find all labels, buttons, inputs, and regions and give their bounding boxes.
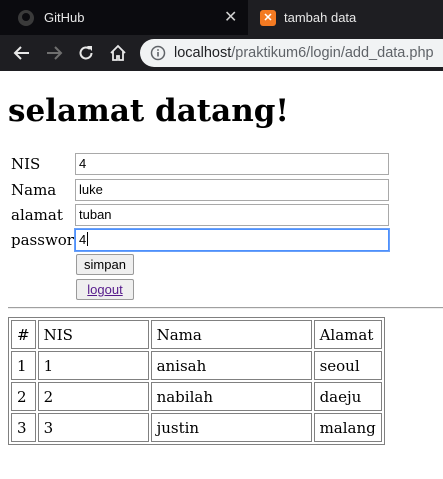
nama-label: Nama <box>11 181 57 199</box>
tab-title: GitHub <box>44 10 85 25</box>
tab-github[interactable]: GitHub ✕ <box>0 0 248 35</box>
close-tab-icon[interactable]: ✕ <box>224 0 237 35</box>
table-header-row: # NIS Nama Alamat <box>11 320 382 349</box>
page-title: selamat datang! <box>8 93 290 129</box>
arrow-left-icon <box>13 46 29 60</box>
github-icon <box>18 9 34 26</box>
form-row-password: password 4 <box>0 229 443 252</box>
cell-nis: 2 <box>37 382 149 411</box>
column-header-number: # <box>11 320 36 349</box>
cell-number: 1 <box>11 351 36 380</box>
cell-nama: nabilah <box>150 382 312 411</box>
table-row: 2 2 nabilah daeju <box>11 382 382 411</box>
cell-nis: 1 <box>37 351 149 380</box>
url-host: localhost <box>174 45 232 61</box>
url-path: /praktikum6/login/add_data.php <box>231 45 434 61</box>
cell-alamat: daeju <box>313 382 382 411</box>
password-value: 4 <box>79 232 87 247</box>
back-button[interactable] <box>10 41 34 65</box>
text-caret <box>87 232 89 246</box>
alamat-input[interactable]: tuban <box>75 204 389 226</box>
form-row-nama: Nama luke <box>0 179 443 202</box>
xampp-icon: ✕ <box>260 9 276 26</box>
form-row-alamat: alamat tuban <box>0 204 443 227</box>
arrow-right-icon <box>47 46 63 60</box>
cell-nama: justin <box>150 413 312 442</box>
cell-number: 2 <box>11 382 36 411</box>
nama-input[interactable]: luke <box>75 179 389 201</box>
cell-alamat: malang <box>313 413 382 442</box>
reload-button[interactable] <box>74 41 98 65</box>
page-content: selamat datang! NIS 4 Nama luke alamat t… <box>0 71 443 479</box>
browser-toolbar: localhost/praktikum6/login/add_data.php <box>0 35 443 71</box>
nis-input[interactable]: 4 <box>75 153 389 175</box>
column-header-nis: NIS <box>37 320 149 349</box>
cell-nama: anisah <box>150 351 312 380</box>
home-button[interactable] <box>106 41 130 65</box>
logout-button[interactable]: logout <box>76 279 134 300</box>
cell-alamat: seoul <box>313 351 382 380</box>
tab-title: tambah data <box>284 10 357 25</box>
address-bar[interactable]: localhost/praktikum6/login/add_data.php <box>140 39 443 67</box>
data-table: # NIS Nama Alamat 1 1 anisah seoul 2 2 n… <box>8 317 385 445</box>
alamat-label: alamat <box>11 206 63 224</box>
password-label: password <box>11 231 84 249</box>
info-icon[interactable] <box>150 45 166 61</box>
browser-tab-bar: GitHub ✕ ✕ tambah data <box>0 0 443 35</box>
column-header-nama: Nama <box>150 320 312 349</box>
nis-label: NIS <box>11 155 41 173</box>
logout-link[interactable]: logout <box>87 282 122 297</box>
table-row: 1 1 anisah seoul <box>11 351 382 380</box>
cell-nis: 3 <box>37 413 149 442</box>
home-icon <box>110 44 126 61</box>
column-header-alamat: Alamat <box>313 320 382 349</box>
table-row: 3 3 justin malang <box>11 413 382 442</box>
password-input[interactable]: 4 <box>75 229 389 251</box>
tab-tambah-data[interactable]: ✕ tambah data <box>248 0 443 35</box>
cell-number: 3 <box>11 413 36 442</box>
simpan-button[interactable]: simpan <box>76 254 134 275</box>
forward-button[interactable] <box>42 41 66 65</box>
reload-icon <box>79 46 93 60</box>
form-row-nis: NIS 4 <box>0 153 443 176</box>
divider <box>8 307 443 309</box>
